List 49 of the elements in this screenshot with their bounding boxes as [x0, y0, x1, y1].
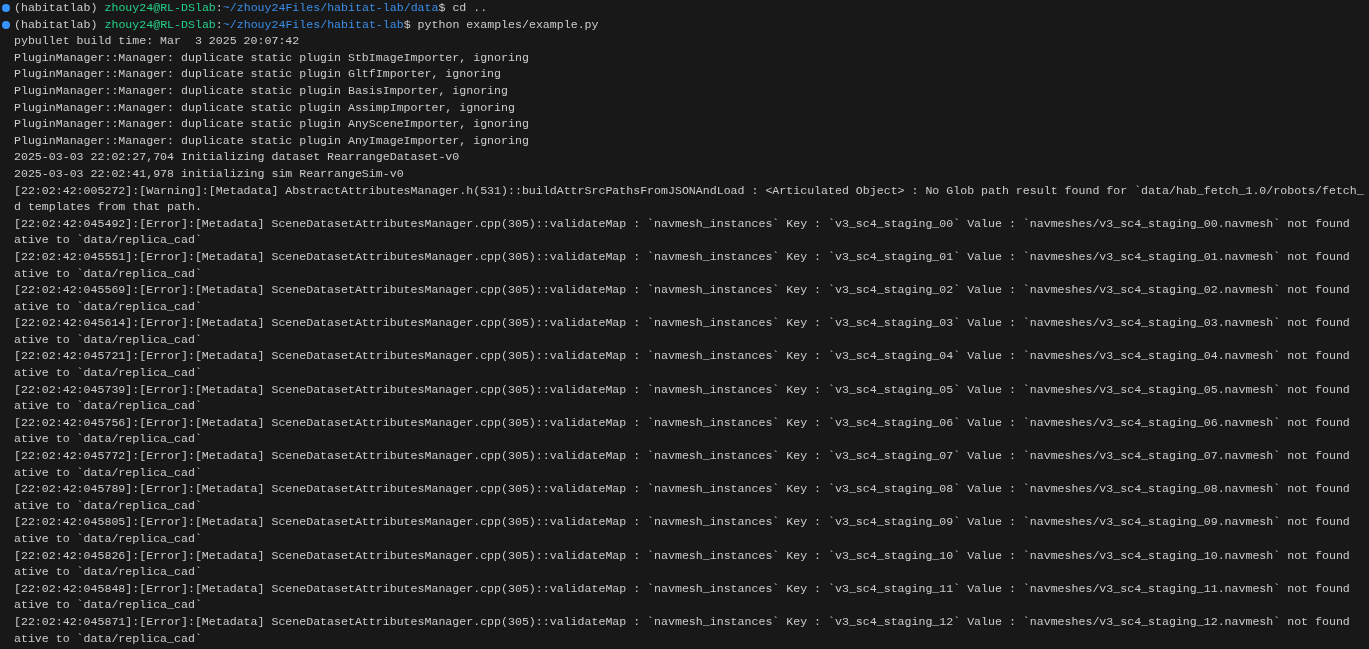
log-line: [22:02:42:045721]:[Error]:[Metadata] SceneDatasetAttributesManager.cpp(305)::validateMap : `navmesh_instances` Key : `v3_sc4_staging_04` Value : `navmeshes/v3_sc4_staging_04.navmesh` not found: [14, 348, 1350, 365]
log-line: [22:02:42:045569]:[Error]:[Metadata] SceneDatasetAttributesManager.cpp(305)::validateMap : `navmesh_instances` Key : `v3_sc4_staging_02` Value : `navmeshes/v3_sc4_staging_02.navmesh` not found: [14, 282, 1350, 299]
log-line: [22:02:42:045492]:[Error]:[Metadata] SceneDatasetAttributesManager.cpp(305)::validateMap : `navmesh_instances` Key : `v3_sc4_staging_00` Value : `navmeshes/v3_sc4_staging_00.navmesh` not found: [14, 215, 1350, 232]
log-line: ative to `data/replica_cad`: [14, 564, 202, 581]
prompt-env: (habitatlab): [14, 16, 98, 33]
log-line: ative to `data/replica_cad`: [14, 265, 202, 282]
log-line: [22:02:42:045826]:[Error]:[Metadata] SceneDatasetAttributesManager.cpp(305)::validateMap : `navmesh_instances` Key : `v3_sc4_staging_10` Value : `navmeshes/v3_sc4_staging_10.navmesh` not found: [14, 547, 1350, 564]
log-line: [22:02:42:045739]:[Error]:[Metadata] SceneDatasetAttributesManager.cpp(305)::validateMap : `navmesh_instances` Key : `v3_sc4_staging_05` Value : `navmeshes/v3_sc4_staging_05.navmesh` not found: [14, 381, 1350, 398]
log-line: ative to `data/replica_cad`: [14, 630, 202, 647]
log-line: PluginManager::Manager: duplicate static plugin StbImageImporter, ignoring: [14, 49, 529, 66]
prompt-path: ~/zhouy24Files/habitat-lab/data: [222, 0, 439, 16]
log-line: [22:02:42:045772]:[Error]:[Metadata] SceneDatasetAttributesManager.cpp(305)::validateMap : `navmesh_instances` Key : `v3_sc4_staging_07` Value : `navmeshes/v3_sc4_staging_07.navmesh` not found: [14, 448, 1350, 465]
log-line: PluginManager::Manager: duplicate static plugin AssimpImporter, ignoring: [14, 99, 515, 116]
prompt-user: zhouy24@RL-DSlab: [104, 16, 216, 33]
log-line: PluginManager::Manager: duplicate static plugin GltfImporter, ignoring: [14, 66, 502, 83]
command-text: $ python examples/example.py: [403, 16, 599, 33]
log-line: ative to `data/replica_cad`: [14, 232, 202, 249]
log-line: PluginManager::Manager: duplicate static plugin BasisImporter, ignoring: [14, 82, 508, 99]
log-line: ative to `data/replica_cad`: [14, 531, 202, 547]
log-line: ative to `data/replica_cad`: [14, 431, 202, 448]
prompt-separator: :: [215, 0, 223, 16]
log-line: 2025-03-03 22:02:27,704 Initializing dataset RearrangeDataset-v0: [14, 149, 460, 166]
log-line: ative to `data/replica_cad`: [14, 597, 202, 614]
log-line: ative to `data/replica_cad`: [14, 365, 202, 382]
command-text: $ cd ..: [438, 0, 488, 16]
log-line: [22:02:42:045614]:[Error]:[Metadata] SceneDatasetAttributesManager.cpp(305)::validateMap : `navmesh_instances` Key : `v3_sc4_staging_03` Value : `navmeshes/v3_sc4_staging_03.navmesh` not found: [14, 315, 1350, 332]
prompt-env: (habitatlab): [14, 0, 98, 16]
status-dot-icon: [2, 4, 10, 13]
log-line: d templates from that path.: [14, 199, 202, 216]
log-line: 2025-03-03 22:02:41,978 initializing sim RearrangeSim-v0: [14, 165, 404, 182]
log-line: [22:02:42:045756]:[Error]:[Metadata] SceneDatasetAttributesManager.cpp(305)::validateMap : `navmesh_instances` Key : `v3_sc4_staging_06` Value : `navmeshes/v3_sc4_staging_06.navmesh` not found: [14, 414, 1350, 431]
log-line: pybullet build time: Mar 3 2025 20:07:42: [14, 33, 300, 50]
log-line: [22:02:42:045789]:[Error]:[Metadata] SceneDatasetAttributesManager.cpp(305)::validateMap : `navmesh_instances` Key : `v3_sc4_staging_08` Value : `navmeshes/v3_sc4_staging_08.navmesh` not found: [14, 481, 1350, 498]
log-line: PluginManager::Manager: duplicate static plugin AnySceneImporter, ignoring: [14, 116, 529, 133]
prompt-user: zhouy24@RL-DSlab: [104, 0, 216, 16]
log-line: ative to `data/replica_cad`: [14, 298, 202, 315]
log-line: ative to `data/replica_cad`: [14, 464, 202, 481]
log-line: [22:02:42:045805]:[Error]:[Metadata] SceneDatasetAttributesManager.cpp(305)::validateMap : `navmesh_instances` Key : `v3_sc4_staging_09` Value : `navmeshes/v3_sc4_staging_09.navmesh` not found: [14, 514, 1350, 531]
prompt-separator: :: [215, 16, 223, 33]
log-line: [22:02:42:045551]:[Error]:[Metadata] SceneDatasetAttributesManager.cpp(305)::validateMap : `navmesh_instances` Key : `v3_sc4_staging_01` Value : `navmeshes/v3_sc4_staging_01.navmesh` not found: [14, 248, 1350, 265]
status-dot-icon: [2, 20, 10, 29]
log-line: [22:02:42:045848]:[Error]:[Metadata] SceneDatasetAttributesManager.cpp(305)::validateMap : `navmesh_instances` Key : `v3_sc4_staging_11` Value : `navmeshes/v3_sc4_staging_11.navmesh` not found: [14, 580, 1350, 597]
log-line: PluginManager::Manager: duplicate static plugin AnyImageImporter, ignoring: [14, 132, 529, 149]
log-line: [22:02:42:045871]:[Error]:[Metadata] SceneDatasetAttributesManager.cpp(305)::validateMap : `navmesh_instances` Key : `v3_sc4_staging_12` Value : `navmeshes/v3_sc4_staging_12.navmesh` not found: [14, 613, 1350, 630]
log-line: ative to `data/replica_cad`: [14, 331, 202, 348]
log-line: ative to `data/replica_cad`: [14, 398, 202, 415]
log-line: [22:02:42:005272]:[Warning]:[Metadata] AbstractAttributesManager.h(531)::buildAttrSrcPathsFromJSONAndLoad : <Articulated Object> : No Glob path result found for `data/hab_fetch_1.0/robots/fetch_: [14, 182, 1364, 199]
prompt-path: ~/zhouy24Files/habitat-lab: [222, 16, 404, 33]
log-line: ative to `data/replica_cad`: [14, 497, 202, 514]
